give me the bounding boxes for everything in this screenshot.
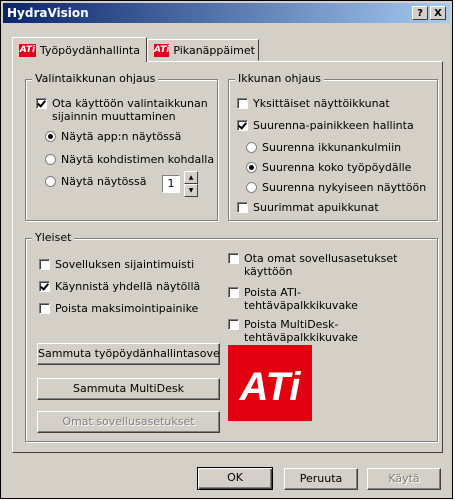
radio-dot[interactable] (246, 182, 257, 193)
radio-label: Suurenna ikkunankulmiin (262, 141, 402, 154)
tab-label: Pikanäppäimet (173, 43, 255, 57)
individual-windows-checkbox[interactable]: Yksittäiset näyttöikkunat (237, 97, 390, 110)
close-button[interactable]: X (430, 6, 446, 20)
cancel-button[interactable]: Peruuta (284, 468, 358, 490)
checkbox-box[interactable] (228, 319, 239, 330)
ati-logo-icon: ATi (154, 43, 170, 57)
tab-label: Työpöydänhallinta (39, 43, 140, 57)
ati-logo-text: ATi (239, 365, 302, 409)
radio-dot[interactable] (246, 162, 257, 173)
remove-multidesk-tray-checkbox[interactable]: Poista MultiDesk-tehtäväpalkkikuvake (228, 318, 408, 344)
radio-max-current[interactable]: Suurenna nykyiseen näyttöön (246, 181, 426, 194)
window-title: HydraVision (7, 6, 89, 20)
radio-app-monitor[interactable]: Näytä app:n näytössä (45, 130, 181, 143)
checkbox-box[interactable] (39, 303, 50, 314)
shutdown-desktop-button[interactable]: Sammuta työpöydänhallintasovellus (37, 343, 220, 365)
checkbox-box[interactable] (237, 120, 248, 131)
radio-label: Suurenna nykyiseen näyttöön (262, 181, 427, 194)
spin-down-icon[interactable]: ▼ (184, 184, 198, 197)
radio-label: Näytä kohdistimen kohdalla (61, 153, 215, 166)
apply-button[interactable]: Käytä (367, 468, 441, 490)
hydravision-dialog: HydraVision ? X ATi Työpöydänhallinta AT… (0, 0, 453, 499)
ati-logo-icon: ATi (228, 345, 312, 421)
group-title: Ikkunan ohjaus (235, 72, 324, 85)
shutdown-multidesk-button[interactable]: Sammuta MultiDesk (37, 378, 220, 400)
radio-monitor[interactable]: Näytä näytössä (45, 175, 147, 188)
checkbox-label: Suurenna-painikkeen hallinta (253, 119, 414, 132)
checkbox-label: Sovelluksen sijaintimuisti (55, 258, 195, 271)
monitor-spinner[interactable]: ▲ ▼ (184, 171, 198, 197)
checkbox-label: Poista ATI-tehtäväpalkkikuvake (244, 286, 358, 312)
app-settings-button[interactable]: Omat sovellusasetukset (37, 411, 220, 433)
checkbox-box[interactable] (228, 287, 239, 298)
radio-max-desktop[interactable]: Suurenna koko työpöydälle (246, 161, 411, 174)
checkbox-label: Ota käyttöön valintaikkunan sijainnin mu… (52, 97, 208, 123)
larger-helpers-checkbox[interactable]: Suurimmat apuikkunat (237, 201, 379, 214)
app-settings-checkbox[interactable]: Ota omat sovellusasetukset käyttöön (228, 252, 408, 278)
radio-dot[interactable] (246, 142, 257, 153)
radio-dot[interactable] (45, 176, 56, 187)
spin-up-icon[interactable]: ▲ (184, 171, 198, 184)
radio-cursor[interactable]: Näytä kohdistimen kohdalla (45, 153, 214, 166)
radio-dot[interactable] (45, 131, 56, 142)
radio-label: Näytä näytössä (61, 175, 147, 188)
checkbox-box[interactable] (228, 253, 239, 264)
monitor-number-field[interactable]: 1 (162, 175, 180, 193)
help-button[interactable]: ? (412, 6, 428, 20)
radio-max-corners[interactable]: Suurenna ikkunankulmiin (246, 141, 401, 154)
radio-label: Suurenna koko työpöydälle (262, 161, 412, 174)
remove-ati-tray-checkbox[interactable]: Poista ATI-tehtäväpalkkikuvake (228, 286, 408, 312)
checkbox-box[interactable] (39, 259, 50, 270)
checkbox-label: Poista maksimointipainike (55, 302, 199, 315)
checkbox-label: Poista MultiDesk-tehtäväpalkkikuvake (244, 318, 358, 344)
ok-button[interactable]: OK (197, 467, 273, 490)
checkbox-label: Ota omat sovellusasetukset käyttöön (244, 252, 398, 278)
radio-dot[interactable] (45, 154, 56, 165)
enable-reposition-checkbox[interactable]: Ota käyttöön valintaikkunan sijainnin mu… (36, 97, 216, 123)
checkbox-label: Yksittäiset näyttöikkunat (253, 97, 390, 110)
single-monitor-checkbox[interactable]: Käynnistä yhdellä näytöllä (39, 280, 200, 293)
checkbox-label: Käynnistä yhdellä näytöllä (55, 280, 201, 293)
checkbox-box[interactable] (237, 202, 248, 213)
title-bar[interactable]: HydraVision ? X (3, 3, 450, 23)
remove-maximize-checkbox[interactable]: Poista maksimointipainike (39, 302, 198, 315)
app-position-memory-checkbox[interactable]: Sovelluksen sijaintimuisti (39, 258, 194, 271)
group-title: Valintaikkunan ohjaus (32, 72, 159, 85)
ati-logo: ATi (228, 345, 312, 421)
checkbox-label: Suurimmat apuikkunat (253, 201, 379, 214)
checkbox-box[interactable] (36, 98, 47, 109)
group-title: Yleiset (32, 231, 75, 244)
maximize-control-checkbox[interactable]: Suurenna-painikkeen hallinta (237, 119, 414, 132)
tab-tyopoydanhallinta[interactable]: ATi Työpöydänhallinta (12, 37, 147, 62)
radio-label: Näytä app:n näytössä (61, 130, 182, 143)
checkbox-box[interactable] (237, 98, 248, 109)
tab-pikanappaimet[interactable]: ATi Pikanäppäimet (147, 39, 259, 61)
checkbox-box[interactable] (39, 281, 50, 292)
ati-logo-icon: ATi (19, 43, 36, 57)
